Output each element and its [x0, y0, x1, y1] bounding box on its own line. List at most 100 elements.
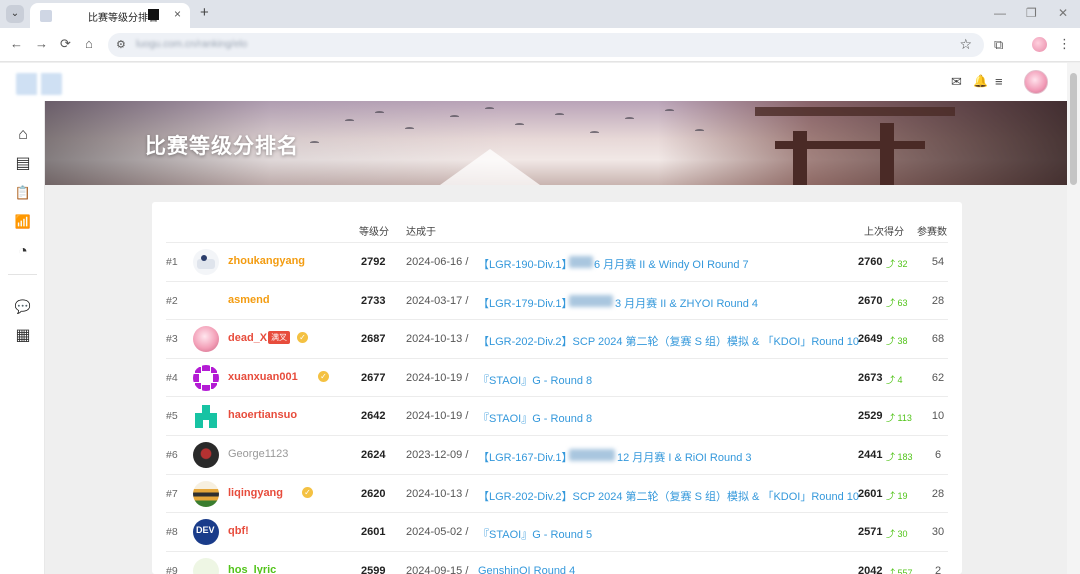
rank: #5	[166, 410, 178, 422]
elo-score: 2792	[361, 256, 386, 268]
elo-score: 2620	[361, 488, 386, 500]
score-delta: ⤴ 32	[886, 259, 908, 269]
score-delta: ⤴ 113	[886, 413, 912, 423]
table-row: #8 DEV qbf! 2601 2024-05-02 / 『STAOI』G -…	[166, 512, 948, 550]
elo-score: 2687	[361, 333, 386, 345]
username-link[interactable]: haoertiansuo	[228, 409, 297, 421]
new-tab-button[interactable]: +	[200, 5, 209, 21]
banner-gate-beam	[755, 107, 955, 116]
site-logo[interactable]	[16, 73, 62, 95]
browser-menu-icon[interactable]: ⋮	[1058, 36, 1071, 52]
score-delta: ⤴ 38	[886, 336, 908, 346]
user-avatar[interactable]	[193, 481, 219, 507]
last-score: 2042	[858, 565, 883, 574]
banner-bird	[695, 129, 704, 132]
table-row: #1 zhoukangyang 2792 2024-06-16 / 【LGR-1…	[166, 242, 948, 280]
address-bar-row: ← → ⟳ ⌂ ⚙ luogu.com.cn/ranking/elo ☆	[0, 28, 1080, 62]
username-link[interactable]: dead_X	[228, 332, 267, 344]
banner-bird	[450, 115, 459, 118]
home-icon[interactable]: ⌂	[13, 126, 33, 144]
elo-score: 2599	[361, 565, 386, 574]
contest-count: 54	[931, 256, 945, 268]
contest-link[interactable]: 【LGR-190-Div.1】	[478, 256, 573, 272]
username-link[interactable]: liqingyang	[228, 487, 283, 499]
window-close-icon[interactable]: ✕	[1058, 6, 1068, 20]
extensions-icon[interactable]: ⧉	[994, 37, 1003, 53]
tab-close-icon[interactable]: ×	[174, 7, 181, 21]
username-link[interactable]: hos_lyric	[228, 564, 276, 574]
contest-count: 6	[934, 449, 942, 461]
contest-link[interactable]: 【LGR-202-Div.2】SCP 2024 第二轮（复赛 S 组）模拟 & …	[478, 488, 859, 504]
tab-search-button[interactable]: ⌄	[6, 5, 24, 23]
last-score: 2673	[858, 372, 883, 384]
contest-link[interactable]: 『STAOI』G - Round 8	[478, 410, 592, 426]
contest-link[interactable]: 3 月月赛 II & ZHYOI Round 4	[615, 295, 758, 311]
bell-icon[interactable]: 🔔	[973, 74, 988, 88]
user-avatar[interactable]	[193, 442, 219, 468]
user-badge: 满叉	[268, 331, 290, 344]
username-link[interactable]: George1123	[228, 448, 288, 460]
contest-link[interactable]: 【LGR-179-Div.1】	[478, 295, 573, 311]
rank: #4	[166, 372, 178, 384]
contest-link[interactable]: 『STAOI』G - Round 8	[478, 372, 592, 388]
chart-icon[interactable]: ◔	[13, 243, 33, 261]
rank: #6	[166, 449, 178, 461]
mail-icon[interactable]: ✉	[951, 74, 962, 90]
settings-sliders-icon[interactable]: ≡	[995, 74, 1003, 89]
page-scrollbar[interactable]	[1067, 63, 1080, 574]
username-link[interactable]: asmend	[228, 294, 270, 306]
contest-link[interactable]: 6 月月赛 II & Windy OI Round 7	[594, 256, 749, 272]
user-avatar[interactable]	[193, 558, 219, 574]
contest-link[interactable]: 『STAOI』G - Round 5	[478, 526, 592, 542]
contest-count: 28	[931, 488, 945, 500]
reload-icon[interactable]: ⟳	[60, 37, 71, 51]
user-avatar[interactable]	[193, 326, 219, 352]
username-link[interactable]: qbf!	[228, 525, 249, 537]
user-avatar[interactable]	[1024, 70, 1048, 94]
user-avatar[interactable]	[193, 249, 219, 275]
elo-score: 2601	[361, 526, 386, 538]
username-link[interactable]: zhoukangyang	[228, 255, 305, 267]
restore-icon[interactable]: ❐	[1026, 6, 1037, 20]
url-input[interactable]: ⚙ luogu.com.cn/ranking/elo ☆	[108, 33, 984, 57]
redacted-text	[569, 256, 593, 268]
back-icon[interactable]: ←	[10, 37, 23, 51]
score-delta: ⤴ 4	[886, 375, 903, 385]
contest-link[interactable]: 【LGR-167-Div.1】	[478, 449, 573, 465]
achieved-date: 2024-10-19 /	[406, 372, 469, 384]
contest-link[interactable]: 12 月月赛 I & RiOI Round 3	[617, 449, 752, 465]
home-nav-icon[interactable]: ⌂	[85, 37, 93, 51]
user-avatar[interactable]: DEV	[193, 519, 219, 545]
ranking-icon[interactable]: 📶	[13, 213, 33, 231]
clipboard-icon[interactable]: 📋	[13, 184, 33, 202]
header-score: 等级分	[359, 227, 389, 238]
elo-score: 2677	[361, 372, 386, 384]
table-row: #7 liqingyang ✓ 2620 2024-10-13 / 【LGR-2…	[166, 474, 948, 512]
book-icon[interactable]: ▤	[13, 155, 33, 173]
discuss-icon[interactable]: 💬	[13, 298, 33, 316]
news-icon[interactable]: ▦	[13, 327, 33, 345]
minimize-icon[interactable]: —	[994, 6, 1006, 20]
achieved-date: 2024-05-02 /	[406, 526, 469, 538]
verified-check-icon: ✓	[318, 371, 329, 382]
rank: #3	[166, 333, 178, 345]
sidebar-divider	[8, 274, 37, 275]
site-info-icon[interactable]: ⚙	[116, 38, 126, 51]
bookmark-star-icon[interactable]: ☆	[959, 36, 972, 53]
user-avatar[interactable]	[193, 403, 219, 429]
elo-score: 2642	[361, 410, 386, 422]
username-link[interactable]: xuanxuan001	[228, 371, 298, 383]
browser-profile-avatar[interactable]	[1032, 37, 1047, 52]
user-avatar[interactable]	[193, 365, 219, 391]
rank: #9	[166, 565, 178, 574]
forward-icon[interactable]: →	[35, 37, 48, 51]
contest-link[interactable]: 【LGR-202-Div.2】SCP 2024 第二轮（复赛 S 组）模拟 & …	[478, 333, 859, 349]
redacted-text	[569, 449, 615, 461]
achieved-date: 2024-09-15 /	[406, 565, 469, 574]
banner-bird	[485, 107, 494, 110]
redacted-text	[569, 295, 613, 307]
contest-link[interactable]: GenshinOI Round 4	[478, 565, 575, 574]
scrollbar-thumb[interactable]	[1070, 73, 1077, 185]
banner-bird	[625, 117, 634, 120]
browser-tab[interactable]: 比赛等级分排名 ×	[30, 3, 190, 28]
